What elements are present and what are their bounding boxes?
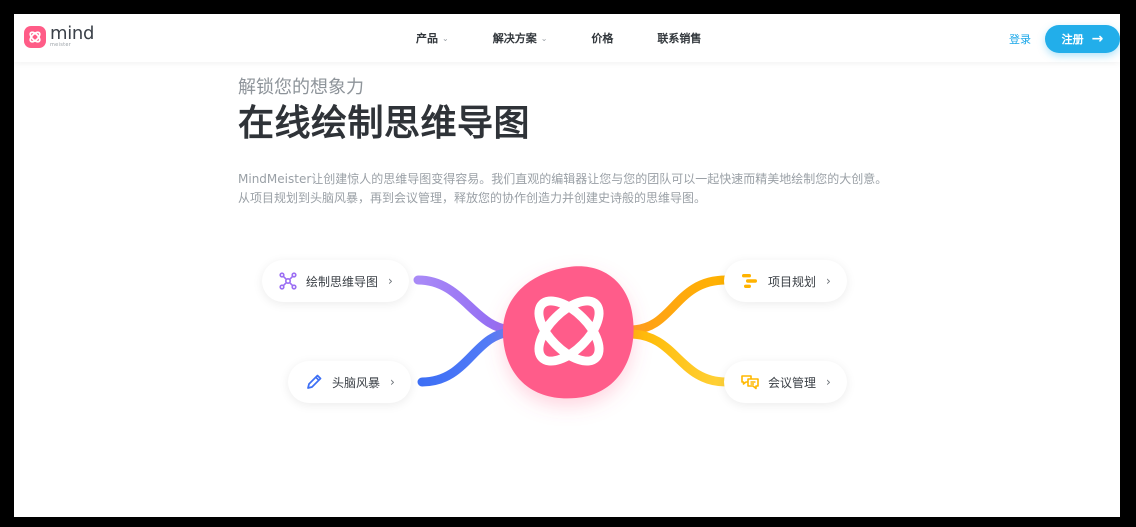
hero-description: MindMeister让创建惊人的思维导图变得容易。我们直观的编辑器让您与您的团…	[238, 172, 888, 205]
node-label: 会议管理	[768, 375, 817, 390]
node-brainstorm[interactable]: 头脑风暴 ›	[288, 361, 411, 403]
node-meeting-management[interactable]: 会议管理 ›	[724, 361, 847, 403]
chevron-right-icon: ›	[390, 375, 395, 389]
chevron-down-icon: ⌄	[442, 33, 449, 43]
node-draw-mindmap[interactable]: 绘制思维导图 ›	[262, 260, 409, 302]
center-blob-shape	[502, 266, 634, 399]
menu-item-label: 价格	[591, 32, 614, 45]
chat-icon	[740, 372, 760, 392]
node-label: 绘制思维导图	[306, 274, 379, 289]
nodes-icon	[278, 271, 298, 291]
top-navigation: mind meister 产品 ⌄ 解决方案 ⌄ 价格 联系销售 登录 注册 →	[14, 14, 1120, 62]
login-link[interactable]: 登录	[1009, 31, 1031, 47]
menu-item-pricing[interactable]: 价格	[591, 30, 613, 46]
logo-icon	[24, 25, 46, 48]
menu-item-label: 产品	[416, 32, 438, 45]
menu-item-label: 联系销售	[657, 32, 702, 45]
chevron-right-icon: ›	[826, 375, 831, 389]
chevron-down-icon: ⌄	[540, 33, 548, 43]
signup-button[interactable]: 注册 →	[1045, 25, 1120, 53]
signup-label: 注册	[1061, 33, 1084, 46]
brand-name: mind	[50, 23, 95, 44]
menu-item-label: 解决方案	[492, 32, 537, 45]
node-label: 项目规划	[768, 274, 817, 289]
node-label: 头脑风暴	[332, 375, 381, 390]
pencil-icon	[304, 372, 324, 392]
menu-item-contact-sales[interactable]: 联系销售	[657, 30, 701, 46]
arrow-right-icon: →	[1091, 31, 1104, 47]
chevron-right-icon: ›	[388, 274, 393, 288]
connector-meeting	[625, 329, 731, 387]
menu-item-solutions[interactable]: 解决方案 ⌄	[493, 30, 548, 46]
menu-item-products[interactable]: 产品 ⌄	[416, 30, 449, 46]
connector-brainstorm	[417, 327, 519, 387]
node-project-planning[interactable]: 项目规划 ›	[724, 260, 847, 302]
gantt-icon	[740, 271, 760, 291]
mindmap-center-node[interactable]	[502, 264, 636, 400]
browser-viewport: mind meister 产品 ⌄ 解决方案 ⌄ 价格 联系销售 登录 注册 →	[14, 14, 1120, 517]
main-menu: 产品 ⌄ 解决方案 ⌄ 价格 联系销售	[416, 14, 745, 62]
connector-project	[625, 275, 731, 335]
chevron-right-icon: ›	[826, 274, 831, 288]
connector-draw	[413, 275, 519, 335]
page-title: 在线绘制思维导图	[238, 103, 531, 144]
brand-logo[interactable]: mind meister	[24, 25, 94, 48]
